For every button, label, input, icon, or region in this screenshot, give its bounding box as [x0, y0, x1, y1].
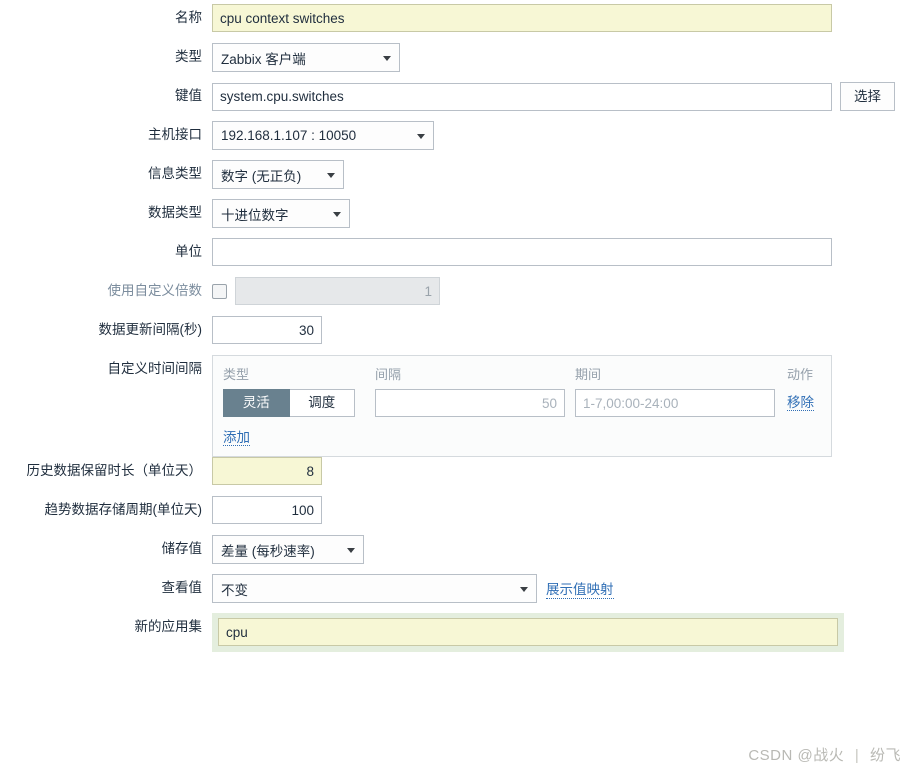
data-type-value: 十进位数字 — [221, 207, 289, 223]
form-row-history-storage: 历史数据保留时长（单位天） — [0, 457, 910, 496]
label-info-type: 信息类型 — [148, 166, 202, 181]
label-custom-multiplier: 使用自定义倍数 — [107, 283, 203, 298]
form-row-custom-intervals: 自定义时间间隔 类型 间隔 期间 动作 灵活 调度 50 1-7,00:00-2… — [0, 355, 910, 457]
interval-action-cell: 移除 — [787, 389, 821, 417]
header-interval-period: 期间 — [575, 367, 602, 382]
label-show-value: 查看值 — [161, 580, 203, 595]
show-value-mapping-link[interactable]: 展示值映射 — [546, 578, 614, 599]
form-row-store-value: 储存值 差量 (每秒速率) — [0, 535, 910, 574]
chevron-down-icon — [383, 55, 391, 61]
new-application-wrapper — [212, 613, 844, 652]
type-select[interactable]: Zabbix 客户端 — [212, 43, 400, 72]
item-configuration-form: 名称 类型 Zabbix 客户端 键值 选择 主机接口 192.168.1.10… — [0, 0, 910, 773]
info-type-value: 数字 (无正负) — [221, 168, 302, 184]
label-data-type: 数据类型 — [148, 205, 202, 220]
store-value-text: 差量 (每秒速率) — [221, 543, 315, 559]
label-trend-storage: 趋势数据存储周期(单位天) — [44, 502, 203, 517]
custom-multiplier-input — [235, 277, 440, 305]
form-row-custom-multiplier: 使用自定义倍数 — [0, 277, 910, 316]
data-type-select[interactable]: 十进位数字 — [212, 199, 350, 228]
host-interface-value: 192.168.1.107 : 10050 — [221, 128, 357, 143]
label-update-interval: 数据更新间隔(秒) — [98, 322, 203, 337]
label-key: 键值 — [175, 88, 202, 103]
label-custom-intervals: 自定义时间间隔 — [107, 361, 203, 376]
type-select-value: Zabbix 客户端 — [221, 51, 306, 67]
store-value-select[interactable]: 差量 (每秒速率) — [212, 535, 364, 564]
header-interval-value: 间隔 — [375, 367, 402, 382]
label-type: 类型 — [175, 49, 202, 64]
interval-type-option-flexible[interactable]: 灵活 — [223, 389, 290, 417]
label-history-storage: 历史数据保留时长（单位天） — [26, 463, 203, 478]
label-new-application: 新的应用集 — [134, 619, 203, 634]
chevron-down-icon — [333, 211, 341, 217]
watermark-prefix: CSDN @战火 — [748, 747, 845, 764]
interval-type-option-scheduling[interactable]: 调度 — [289, 389, 355, 417]
form-row-type: 类型 Zabbix 客户端 — [0, 43, 910, 82]
chevron-down-icon — [347, 547, 355, 553]
update-interval-input[interactable] — [212, 316, 322, 344]
watermark: CSDN @战火 | 纷飞 — [748, 744, 901, 765]
form-row-host-interface: 主机接口 192.168.1.107 : 10050 — [0, 121, 910, 160]
remove-interval-link[interactable]: 移除 — [787, 395, 814, 411]
form-row-name: 名称 — [0, 4, 910, 43]
chevron-down-icon — [417, 133, 425, 139]
interval-type-toggle: 灵活 调度 — [223, 389, 375, 417]
form-row-units: 单位 — [0, 238, 910, 277]
select-key-button[interactable]: 选择 — [840, 82, 895, 111]
label-name: 名称 — [175, 10, 202, 25]
header-interval-type: 类型 — [223, 367, 250, 382]
custom-intervals-panel: 类型 间隔 期间 动作 灵活 调度 50 1-7,00:00-24:00 移除 … — [212, 355, 832, 457]
form-row-new-application: 新的应用集 — [0, 613, 910, 652]
new-application-input[interactable] — [218, 618, 838, 646]
custom-multiplier-checkbox[interactable] — [212, 283, 227, 299]
info-type-select[interactable]: 数字 (无正负) — [212, 160, 344, 189]
trend-storage-input[interactable] — [212, 496, 322, 524]
form-row-info-type: 信息类型 数字 (无正负) — [0, 160, 910, 199]
interval-period-input[interactable] — [575, 389, 775, 417]
show-value-select[interactable]: 不变 — [212, 574, 537, 603]
add-interval-link[interactable]: 添加 — [223, 430, 250, 446]
history-storage-input[interactable] — [212, 457, 322, 485]
form-row-trend-storage: 趋势数据存储周期(单位天) — [0, 496, 910, 535]
show-value-text: 不变 — [221, 582, 248, 598]
interval-value-input[interactable] — [375, 389, 565, 417]
header-interval-action: 动作 — [787, 367, 814, 382]
interval-period-cell — [575, 389, 787, 417]
name-input[interactable] — [212, 4, 832, 32]
watermark-separator: | — [854, 747, 860, 764]
interval-value-cell — [375, 389, 575, 417]
units-input[interactable] — [212, 238, 832, 266]
form-row-update-interval: 数据更新间隔(秒) — [0, 316, 910, 355]
form-row-show-value: 查看值 不变 展示值映射 — [0, 574, 910, 613]
key-input[interactable] — [212, 82, 832, 111]
chevron-down-icon — [520, 586, 528, 592]
form-row-data-type: 数据类型 十进位数字 — [0, 199, 910, 238]
form-row-key: 键值 选择 — [0, 82, 910, 121]
label-units: 单位 — [175, 244, 202, 259]
watermark-suffix: 纷飞 — [869, 747, 901, 764]
label-store-value: 储存值 — [161, 541, 203, 556]
add-interval-row: 添加 — [223, 417, 821, 446]
label-host-interface: 主机接口 — [148, 127, 202, 142]
host-interface-select[interactable]: 192.168.1.107 : 10050 — [212, 121, 434, 150]
chevron-down-icon — [327, 172, 335, 178]
